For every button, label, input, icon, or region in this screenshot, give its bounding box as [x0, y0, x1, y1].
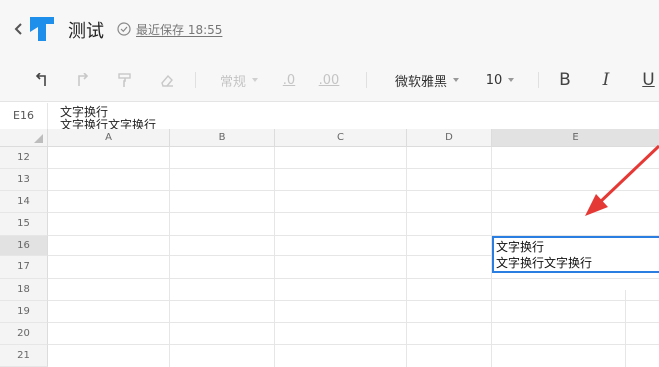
toolbar: 常规 .0 .00 微软雅黑 10 B I U [0, 58, 659, 102]
row-header-20[interactable]: 20 [0, 323, 48, 345]
row-header-16[interactable]: 16 [0, 236, 48, 256]
number-format-select[interactable]: 常规 [210, 58, 268, 102]
row-header-15[interactable]: 15 [0, 213, 48, 236]
chevron-down-icon [453, 78, 459, 82]
format-painter-icon [118, 73, 131, 87]
gridline [48, 190, 659, 191]
app-logo-icon [30, 17, 54, 41]
underline-label: U [642, 70, 655, 90]
cell-e16-line-2: 文字换行文字换行 [496, 256, 593, 270]
chevron-down-icon [252, 78, 258, 82]
bold-button[interactable]: B [553, 58, 577, 102]
row-header-19[interactable]: 19 [0, 301, 48, 323]
row-header-13[interactable]: 13 [0, 169, 48, 191]
toolbar-divider [538, 72, 539, 88]
font-family-select[interactable]: 微软雅黑 [386, 58, 468, 102]
gridline [625, 290, 626, 367]
formula-line-2: 文字换行文字换行 [60, 118, 157, 130]
increase-decimal-button[interactable]: .00 [313, 58, 345, 102]
decrease-decimal-label: .0 [282, 72, 296, 88]
redo-button[interactable] [70, 58, 96, 102]
clear-format-button[interactable] [154, 58, 180, 102]
gridline [169, 147, 170, 367]
gridline [274, 147, 275, 367]
gridline [48, 212, 659, 213]
row-header-12[interactable]: 12 [0, 147, 48, 169]
column-header-e[interactable]: E [492, 129, 659, 147]
increase-decimal-label: .00 [318, 72, 340, 88]
toolbar-divider [195, 72, 196, 88]
row-header-14[interactable]: 14 [0, 191, 48, 213]
title-bar: 测试 最近保存 18:55 [0, 0, 659, 58]
row-header-21[interactable]: 21 [0, 345, 48, 367]
cell-reference[interactable]: E16 [0, 103, 48, 129]
redo-icon [78, 73, 89, 86]
row-header-18[interactable]: 18 [0, 279, 48, 301]
font-size-label: 10 [485, 72, 503, 88]
formula-bar: E16 文字换行 文字换行文字换行 [0, 103, 659, 129]
column-header-c[interactable]: C [275, 129, 407, 147]
cell-e16-line-1: 文字换行 [496, 240, 545, 254]
formula-input[interactable]: 文字换行 文字换行文字换行 [60, 106, 157, 130]
toolbar-divider [366, 72, 367, 88]
bold-label: B [559, 70, 571, 90]
select-all-corner[interactable] [0, 129, 48, 147]
italic-label: I [602, 70, 610, 90]
select-all-icon [34, 134, 43, 143]
gridline [406, 147, 407, 367]
eraser-icon [161, 74, 173, 87]
gridline [48, 278, 659, 279]
format-painter-button[interactable] [112, 58, 138, 102]
column-header-b[interactable]: B [170, 129, 275, 147]
save-status[interactable]: 最近保存 18:55 [136, 21, 222, 38]
undo-button[interactable] [28, 58, 54, 102]
gridline [48, 300, 659, 301]
font-family-label: 微软雅黑 [394, 74, 447, 90]
italic-button[interactable]: I [594, 58, 618, 102]
decrease-decimal-button[interactable]: .0 [276, 58, 302, 102]
row-header-17[interactable]: 17 [0, 256, 48, 279]
back-arrow-icon[interactable] [12, 18, 26, 40]
saved-check-icon [117, 22, 131, 36]
gridline [48, 322, 659, 323]
number-format-label: 常规 [219, 74, 246, 90]
undo-icon [35, 73, 46, 86]
column-header-d[interactable]: D [407, 129, 492, 147]
cell-e16-content: 文字换行 文字换行文字换行 [496, 239, 592, 271]
underline-button[interactable]: U [638, 58, 659, 102]
document-title[interactable]: 测试 [68, 17, 104, 43]
gridline [48, 344, 659, 345]
gridline [48, 168, 659, 169]
font-size-select[interactable]: 10 [480, 58, 520, 102]
column-header-a[interactable]: A [48, 129, 170, 147]
chevron-down-icon [508, 78, 515, 82]
